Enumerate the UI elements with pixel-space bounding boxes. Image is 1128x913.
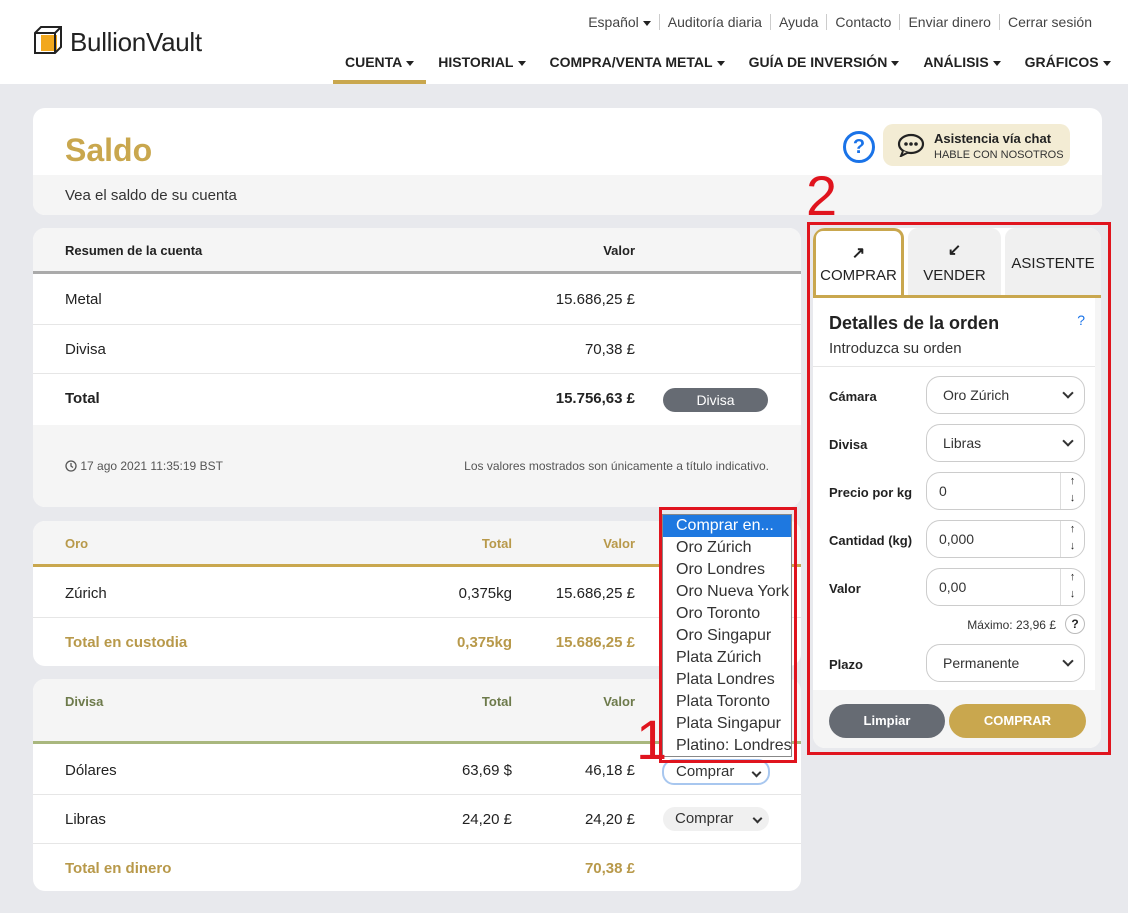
gold-row-label: Zúrich [65, 585, 107, 602]
chevron-down-icon [642, 20, 651, 26]
summary-header-label: Resumen de la cuenta [65, 243, 203, 258]
summary-row-label: Divisa [65, 341, 106, 358]
divider [33, 271, 801, 274]
divider [33, 373, 801, 374]
top-links: Español Auditoría diaria Ayuda Contacto … [580, 14, 1100, 30]
summary-row-label: Metal [65, 291, 102, 308]
page-title-card: Saldo ? Asistencia vía chat HABLE CON NO… [33, 108, 1102, 215]
currency-header-total: Total [481, 694, 512, 709]
annotation-box-2 [807, 222, 1111, 755]
nav-graficos[interactable]: GRÁFICOS [1013, 44, 1123, 84]
main-nav: CUENTA HISTORIAL COMPRA/VENTA METAL GUÍA… [333, 44, 1123, 84]
brand-name: BullionVault [70, 26, 202, 57]
currency-row-value: 46,18 £ [584, 762, 635, 779]
annotation-box-1 [659, 507, 797, 763]
summary-total-label: Total [65, 390, 100, 407]
chevron-down-icon [716, 60, 725, 66]
timestamp: 17 ago 2021 11:35:19 BST [65, 459, 223, 473]
link-ayuda[interactable]: Ayuda [769, 14, 826, 30]
nav-historial[interactable]: HISTORIAL [426, 44, 537, 84]
help-icon[interactable]: ? [843, 131, 875, 163]
divider [33, 843, 801, 844]
chevron-down-icon [517, 60, 526, 66]
chat-support-button[interactable]: Asistencia vía chat HABLE CON NOSOTROS [883, 124, 1070, 166]
annotation-label-2: 2 [806, 164, 838, 227]
indicative-note: Los valores mostrados son únicamente a t… [464, 459, 769, 473]
chevron-down-icon [1102, 60, 1111, 66]
link-cerrar-sesion[interactable]: Cerrar sesión [998, 14, 1100, 30]
brand-logo[interactable]: BullionVault [32, 26, 202, 58]
summary-footer: 17 ago 2021 11:35:19 BST Los valores mos… [33, 425, 801, 507]
logo-cube-icon [34, 26, 62, 54]
gold-header-label: Oro [65, 536, 89, 551]
link-enviar-dinero[interactable]: Enviar dinero [899, 14, 999, 30]
link-contacto[interactable]: Contacto [826, 14, 899, 30]
currency-footer-value: 70,38 £ [584, 860, 635, 877]
summary-total-value: 15.756,63 £ [555, 390, 635, 407]
currency-row-value: 24,20 £ [584, 811, 635, 828]
chevron-down-icon [751, 767, 762, 778]
gold-row-total: 0,375kg [458, 585, 512, 602]
summary-header: Resumen de la cuenta Valor [33, 228, 801, 274]
nav-analisis[interactable]: ANÁLISIS [911, 44, 1012, 84]
clock-icon [65, 460, 77, 472]
buy-in-select-libras[interactable]: Comprar [663, 807, 769, 831]
currency-header-label: Divisa [65, 694, 104, 709]
chevron-down-icon [752, 813, 763, 824]
chat-subtitle: HABLE CON NOSOTROS [934, 149, 1064, 161]
nav-guia[interactable]: GUÍA DE INVERSIÓN [737, 44, 912, 84]
chevron-down-icon [992, 60, 1001, 66]
currency-row-label: Dólares [65, 762, 117, 779]
account-summary-card: Resumen de la cuenta Valor Metal 15.686,… [33, 228, 801, 507]
nav-cuenta[interactable]: CUENTA [333, 44, 427, 84]
page-subtitle: Vea el saldo de su cuenta [65, 187, 237, 204]
gold-footer-total: 0,375kg [456, 634, 512, 651]
divider [33, 324, 801, 325]
gold-footer-value: 15.686,25 £ [555, 634, 635, 651]
gold-header-value: Valor [603, 536, 635, 551]
page-title: Saldo [65, 132, 153, 168]
link-auditoria[interactable]: Auditoría diaria [658, 14, 770, 30]
subtitle-bar: Vea el saldo de su cuenta [33, 175, 1102, 215]
divisa-button[interactable]: Divisa [663, 388, 768, 412]
gold-header-total: Total [481, 536, 512, 551]
chat-title: Asistencia vía chat [934, 131, 1052, 146]
divider [33, 794, 801, 795]
chevron-down-icon [406, 60, 415, 66]
chat-bubble-icon [897, 133, 925, 157]
language-select[interactable]: Español [580, 14, 659, 30]
currency-footer-label: Total en dinero [65, 860, 172, 877]
gold-row-value: 15.686,25 £ [555, 585, 635, 602]
currency-row-label: Libras [65, 811, 106, 828]
currency-row-total: 63,69 $ [461, 762, 512, 779]
timestamp-text: 17 ago 2021 11:35:19 BST [80, 459, 223, 473]
summary-row-value: 70,38 £ [584, 341, 635, 358]
site-header: BullionVault Español Auditoría diaria Ay… [0, 0, 1128, 84]
annotation-label-1: 1 [636, 708, 668, 771]
summary-row-value: 15.686,25 £ [555, 291, 635, 308]
nav-compra-venta[interactable]: COMPRA/VENTA METAL [538, 44, 737, 84]
gold-footer-label: Total en custodia [65, 634, 188, 651]
summary-header-value: Valor [603, 243, 635, 258]
chevron-down-icon [891, 60, 900, 66]
currency-row-total: 24,20 £ [461, 811, 512, 828]
currency-header-value: Valor [603, 694, 635, 709]
